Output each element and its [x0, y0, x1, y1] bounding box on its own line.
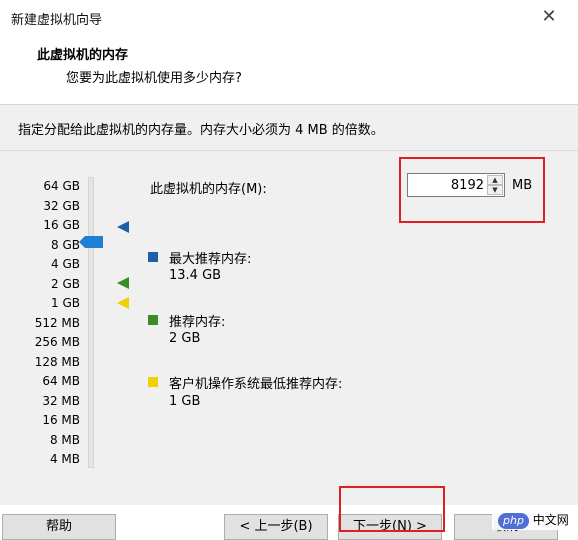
- memory-slider-track[interactable]: [88, 177, 94, 468]
- scale-label: 64 GB: [43, 179, 80, 193]
- minimum-title: 客户机操作系统最低推荐内存:: [169, 377, 343, 392]
- divider: [0, 150, 578, 151]
- max-recommended-value: 13.4 GB: [169, 268, 222, 283]
- scale-label: 1 GB: [51, 296, 80, 310]
- instruction-text: 指定分配给此虚拟机的内存量。内存大小必须为 4 MB 的倍数。: [18, 123, 384, 138]
- wizard-header: 此虚拟机的内存 您要为此虚拟机使用多少内存?: [0, 36, 578, 105]
- max-recommended-color-icon: [148, 252, 158, 262]
- page-title: 此虚拟机的内存: [37, 48, 129, 63]
- scale-label: 64 MB: [42, 374, 80, 388]
- recommended-marker-icon: [117, 277, 129, 289]
- scale-label: 16 MB: [42, 413, 80, 427]
- scale-label: 32 GB: [43, 199, 80, 213]
- recommended-title: 推荐内存:: [169, 315, 226, 330]
- scale-label: 8 MB: [49, 433, 80, 447]
- next-button[interactable]: 下一步(N) >: [338, 514, 442, 540]
- watermark: php 中文网: [492, 510, 578, 530]
- memory-field-label: 此虚拟机的内存(M):: [150, 182, 267, 197]
- scale-label: 4 GB: [51, 257, 80, 271]
- recommended-color-icon: [148, 315, 158, 325]
- help-button[interactable]: 帮助: [2, 514, 116, 540]
- back-button[interactable]: < 上一步(B): [224, 514, 328, 540]
- watermark-brand: php: [498, 513, 529, 529]
- spin-up-icon[interactable]: ▲: [487, 175, 503, 185]
- minimum-marker-icon: [117, 297, 129, 309]
- wizard-content: 指定分配给此虚拟机的内存量。内存大小必须为 4 MB 的倍数。 64 GB 32…: [0, 105, 578, 505]
- watermark-text: 中文网: [532, 513, 569, 527]
- scale-label: 256 MB: [34, 335, 80, 349]
- scale-label: 32 MB: [42, 394, 80, 408]
- max-recommended-title: 最大推荐内存:: [169, 252, 252, 267]
- scale-label: 128 MB: [34, 355, 80, 369]
- scale-label: 8 GB: [51, 238, 80, 252]
- scale-label: 16 GB: [43, 218, 80, 232]
- memory-slider-thumb[interactable]: [79, 236, 103, 248]
- window-title: 新建虚拟机向导: [11, 13, 103, 28]
- minimum-value: 1 GB: [169, 394, 201, 409]
- memory-spinbox[interactable]: ▲ ▼: [407, 173, 505, 197]
- memory-unit: MB: [512, 178, 533, 193]
- scale-label: 4 MB: [49, 452, 80, 466]
- scale-label: 512 MB: [34, 316, 80, 330]
- recommended-value: 2 GB: [169, 331, 201, 346]
- minimum-color-icon: [148, 377, 158, 387]
- max-recommended-marker-icon: [117, 221, 129, 233]
- memory-input[interactable]: [410, 176, 484, 194]
- page-subtitle: 您要为此虚拟机使用多少内存?: [66, 71, 242, 86]
- scale-label: 2 GB: [51, 277, 80, 291]
- close-icon[interactable]: ✕: [540, 8, 558, 26]
- title-bar: 新建虚拟机向导 ✕: [0, 0, 578, 36]
- spin-down-icon[interactable]: ▼: [487, 185, 503, 195]
